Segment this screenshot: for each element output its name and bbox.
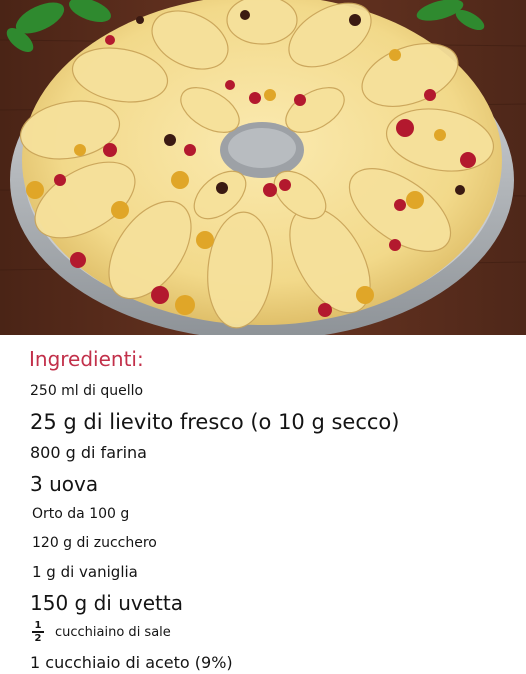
ingredient-item: 800 g di farina <box>30 443 147 462</box>
half-fraction: 1 2 <box>31 621 45 643</box>
ingredient-item: 120 g di zucchero <box>32 535 157 551</box>
ingredient-item: 250 ml di quello <box>30 383 144 399</box>
ingredient-item: 25 g di lievito fresco (o 10 g secco) <box>30 410 400 434</box>
braided-bread-ring-image <box>0 0 526 335</box>
bread-photo <box>0 0 526 335</box>
ingredients-title: Ingredienti: <box>29 347 144 371</box>
recipe-panel: Ingredienti: 250 ml di quello 25 g di li… <box>0 335 526 674</box>
fraction-numerator: 1 <box>34 620 42 631</box>
ingredient-item: 150 g di uvetta <box>30 591 183 615</box>
ingredient-item: 1 g di vaniglia <box>32 563 138 581</box>
ingredient-item: cucchiaino di sale <box>55 625 171 640</box>
ingredient-item: 3 uova <box>30 472 99 496</box>
ingredient-item: Orto da 100 g <box>32 506 130 522</box>
ingredient-item: 1 cucchiaio di aceto (9%) <box>30 653 233 672</box>
fraction-denominator: 2 <box>34 632 42 644</box>
